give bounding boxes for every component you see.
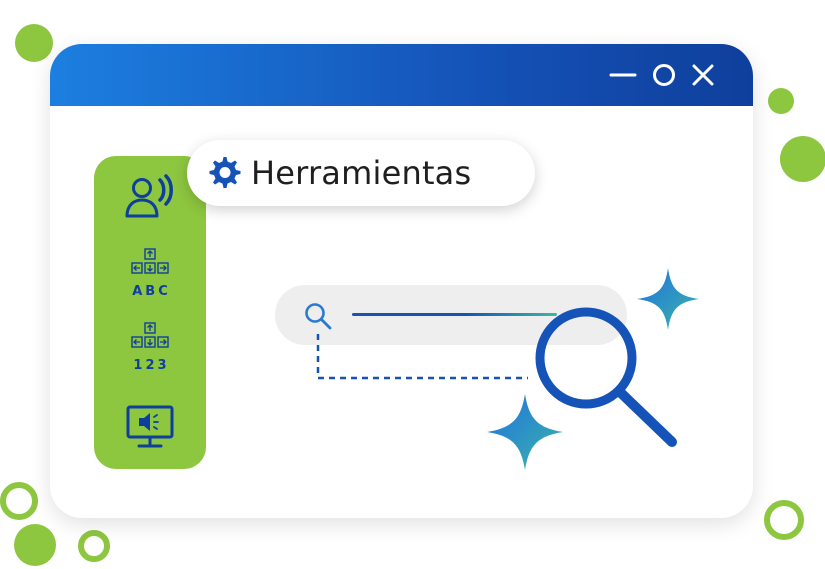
- window-titlebar: [50, 44, 753, 106]
- app-window: ABC 123: [50, 44, 753, 518]
- tools-chip[interactable]: Herramientas: [187, 140, 535, 206]
- decor-dot: [15, 24, 53, 62]
- search-bar[interactable]: [275, 285, 627, 345]
- decor-dot: [768, 88, 794, 114]
- tool-keyboard-123[interactable]: 123: [94, 322, 206, 373]
- voice-reader-icon: [124, 174, 176, 225]
- decor-ring: [764, 500, 804, 540]
- window-controls: [609, 62, 715, 88]
- maximize-circle-icon[interactable]: [651, 62, 677, 88]
- tool-label-123: 123: [133, 358, 170, 373]
- decor-ring: [78, 530, 110, 562]
- gear-icon: [207, 155, 243, 191]
- minimize-icon[interactable]: [609, 62, 637, 88]
- tool-audio-monitor[interactable]: [94, 404, 206, 458]
- decor-ring: [0, 482, 38, 520]
- arrow-keys-icon: [128, 322, 172, 355]
- close-icon[interactable]: [691, 62, 715, 88]
- arrow-keys-icon: [128, 248, 172, 281]
- tool-keyboard-abc[interactable]: ABC: [94, 248, 206, 299]
- decor-dot: [780, 136, 825, 182]
- tool-label-abc: ABC: [132, 284, 171, 299]
- decor-dot: [14, 524, 56, 566]
- tools-chip-label: Herramientas: [251, 154, 472, 192]
- search-icon[interactable]: [303, 301, 335, 336]
- tools-sidebar: ABC 123: [94, 156, 206, 469]
- search-input-line[interactable]: [352, 313, 557, 316]
- audio-monitor-icon: [125, 404, 175, 455]
- illustration-stage: ABC 123 Herramientas: [0, 0, 825, 569]
